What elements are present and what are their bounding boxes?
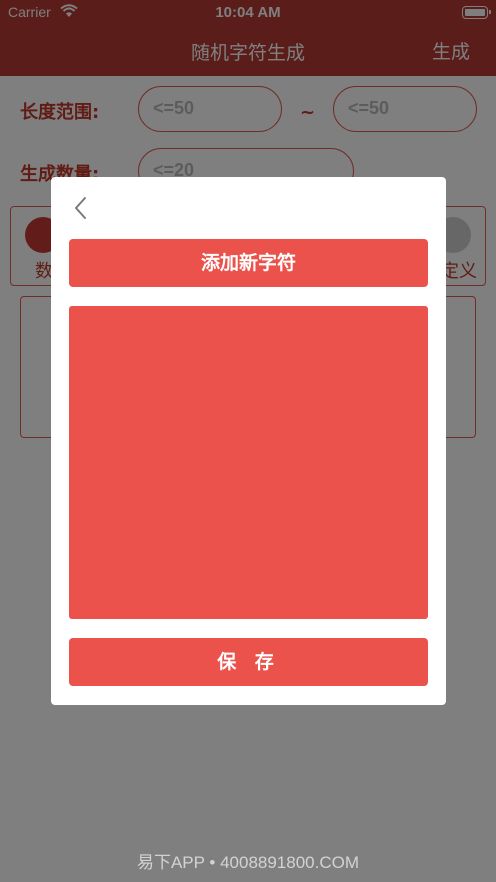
char-input-area[interactable] [69, 306, 428, 619]
back-chevron-icon[interactable] [71, 195, 91, 221]
watermark-text: 易下APP • 4008891800.COM [136, 853, 360, 872]
add-new-char-button[interactable]: 添加新字符 [69, 239, 428, 287]
custom-chars-dialog: 添加新字符 保 存 [51, 177, 446, 705]
save-button[interactable]: 保 存 [69, 638, 428, 686]
